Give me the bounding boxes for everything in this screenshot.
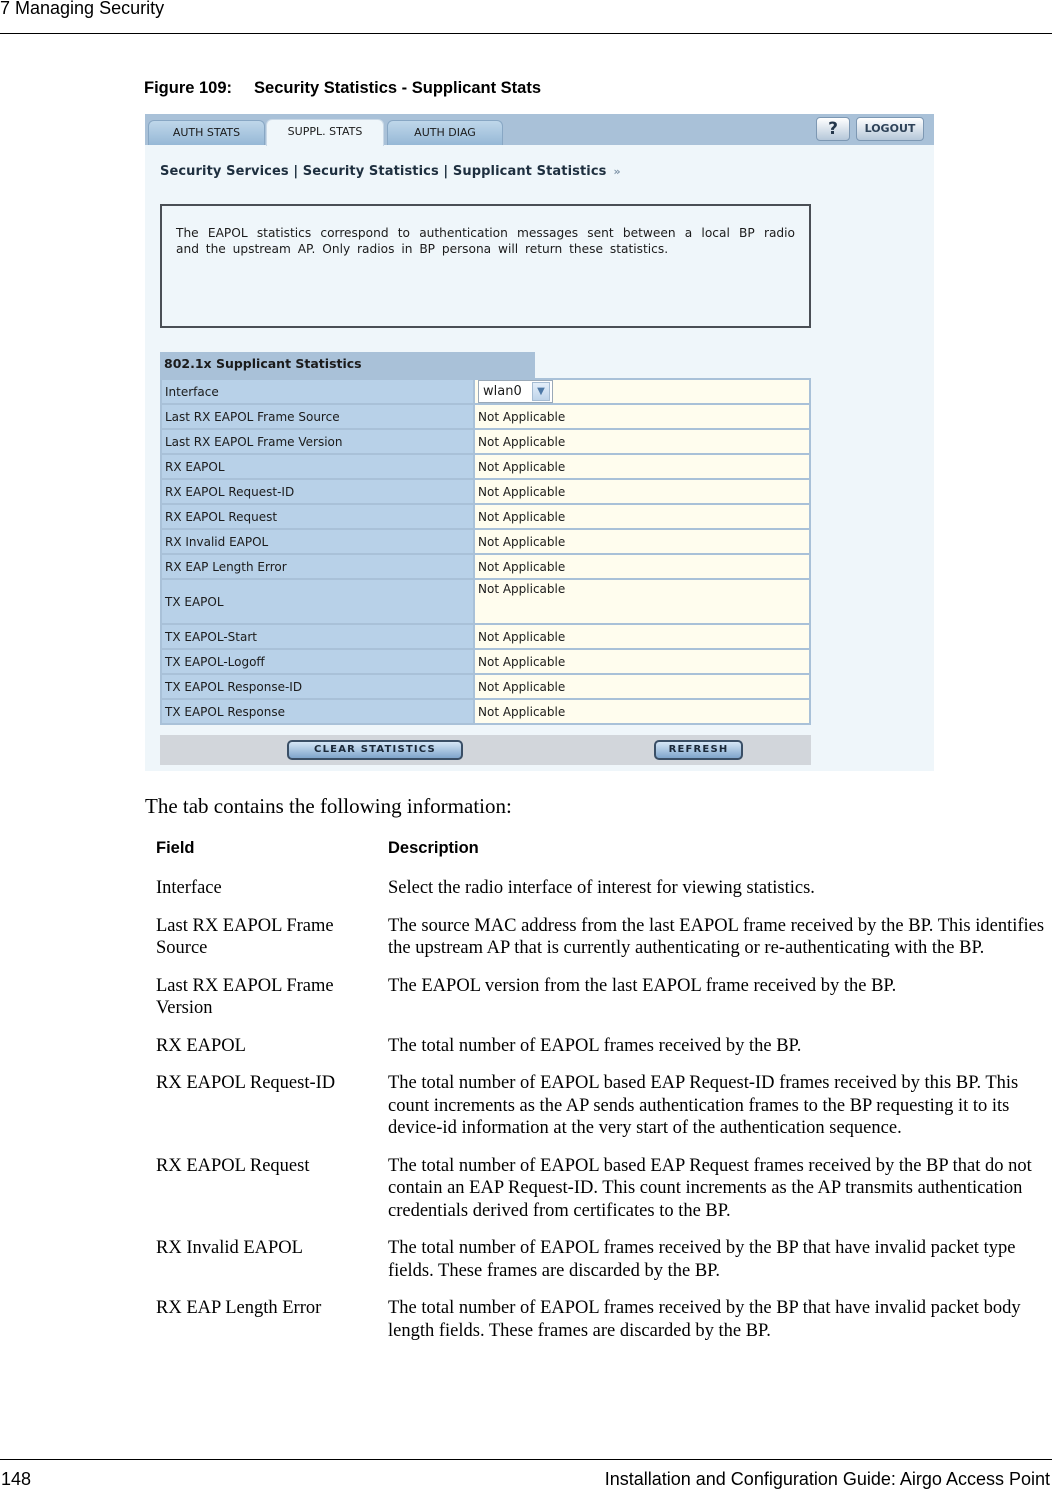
table-row: RX EAP Length Error The total number of E… <box>156 1297 1046 1342</box>
row-value: Not Applicable <box>473 578 811 625</box>
table-row: TX EAPOL-Start Not Applicable <box>160 623 811 650</box>
page-number: 148 <box>1 1469 32 1489</box>
table-row: RX Invalid EAPOL The total number of EAPO… <box>156 1237 1046 1282</box>
row-label: TX EAPOL-Logoff <box>160 648 475 675</box>
info-box: The EAPOL statistics correspond to authe… <box>160 204 811 328</box>
table-row: Last RX EAPOL Frame Source The source MAC… <box>156 915 1046 960</box>
table-row: RX EAPOL Request-ID The total number of E… <box>156 1072 1046 1140</box>
section-title: 802.1x Supplicant Statistics <box>160 352 535 378</box>
tab-auth-stats[interactable]: AUTH STATS <box>148 120 265 145</box>
row-value: Not Applicable <box>473 553 811 580</box>
field-description: Select the radio interface of interest f… <box>388 878 815 898</box>
row-label: RX EAPOL Request-ID <box>160 478 475 505</box>
field-name: RX EAPOL Request-ID <box>156 1073 336 1093</box>
refresh-button[interactable]: REFRESH <box>654 740 743 760</box>
field-name: Interface <box>156 878 222 898</box>
figure-label: Figure 109: <box>144 79 233 97</box>
table-header: Field Description <box>156 839 1046 877</box>
table-row: TX EAPOL Not Applicable <box>160 578 811 625</box>
table-row: Interface Select the radio interface of i… <box>156 877 1046 900</box>
row-label: Last RX EAPOL Frame Source <box>160 403 475 430</box>
row-label: TX EAPOL-Start <box>160 623 475 650</box>
field-description: The source MAC address from the last EAP… <box>388 915 1045 959</box>
field-description: The total number of EAPOL frames receive… <box>388 1238 1016 1281</box>
row-label: RX EAP Length Error <box>160 553 475 580</box>
interface-select[interactable]: wlan0 ▼ <box>478 380 553 403</box>
supplicant-stats-panel: 802.1x Supplicant Statistics Interface w… <box>160 352 811 725</box>
table-row: RX EAPOL Not Applicable <box>160 453 811 480</box>
figure-title: Security Statistics - Supplicant Stats <box>254 79 542 97</box>
row-label: TX EAPOL Response-ID <box>160 673 475 700</box>
field-name: Last RX EAPOL Frame Source <box>156 915 334 959</box>
table-row: Last RX EAPOL Frame Source Not Applicable <box>160 403 811 430</box>
field-name: Last RX EAPOL Frame Version <box>156 975 334 1019</box>
double-chevron-right-icon: » <box>613 165 621 178</box>
ui-screenshot: AUTH STATS SUPPL. STATS AUTH DIAG ? LOGO… <box>145 114 934 771</box>
field-description: The total number of EAPOL based EAP Requ… <box>388 1155 1032 1221</box>
header-rule <box>0 33 1052 34</box>
row-value: Not Applicable <box>473 673 811 700</box>
clear-statistics-button[interactable]: CLEAR STATISTICS <box>287 740 463 760</box>
table-row: TX EAPOL-Logoff Not Applicable <box>160 648 811 675</box>
row-value: Not Applicable <box>473 698 811 725</box>
table-row: TX EAPOL Response Not Applicable <box>160 698 811 725</box>
field-name: RX EAPOL <box>156 1035 246 1056</box>
field-description: The total number of EAPOL frames receive… <box>388 1035 802 1056</box>
help-button[interactable]: ? <box>816 117 850 141</box>
row-label: TX EAPOL Response <box>160 698 475 725</box>
field-description: The EAPOL version from the last EAPOL fr… <box>388 975 897 996</box>
row-value: Not Applicable <box>473 478 811 505</box>
table-row: RX EAPOL Request The total number of EAPO… <box>156 1155 1046 1223</box>
table-row: RX EAPOL Request-ID Not Applicable <box>160 478 811 505</box>
stats-table: Interface wlan0 ▼ Last RX EAPOL Frame So… <box>160 378 811 725</box>
table-row: RX EAPOL The total number of EAPOL frames… <box>156 1035 1046 1058</box>
help-icon: ? <box>828 119 838 139</box>
button-bar: CLEAR STATISTICS REFRESH <box>160 735 811 765</box>
tab-bar: AUTH STATS SUPPL. STATS AUTH DIAG ? LOGO… <box>145 114 934 146</box>
field-description: The total number of EAPOL based EAP Requ… <box>388 1073 1019 1138</box>
running-head: 7 Managing Security <box>0 0 165 18</box>
chevron-down-icon: ▼ <box>532 382 550 401</box>
field-description-table: Field Description Interface Select the ra… <box>156 839 1046 1357</box>
field-name: RX EAP Length Error <box>156 1298 322 1318</box>
tab-auth-diag[interactable]: AUTH DIAG <box>387 120 503 145</box>
row-label: RX EAPOL Request <box>160 503 475 530</box>
field-description: The total number of EAPOL frames receive… <box>388 1298 1021 1341</box>
figure-caption: Figure 109: Security Statistics - Supplic… <box>144 79 541 98</box>
table-row: Interface wlan0 ▼ <box>160 378 811 405</box>
row-label: TX EAPOL <box>160 578 475 625</box>
table-row: TX EAPOL Response-ID Not Applicable <box>160 673 811 700</box>
row-value: Not Applicable <box>473 503 811 530</box>
field-name: RX Invalid EAPOL <box>156 1238 303 1258</box>
table-row: RX EAP Length Error Not Applicable <box>160 553 811 580</box>
header-field: Field <box>156 839 195 857</box>
row-value: Not Applicable <box>473 403 811 430</box>
row-label: Interface <box>160 378 475 405</box>
breadcrumb: Security Services | Security Statistics … <box>160 164 621 179</box>
table-row: RX EAPOL Request Not Applicable <box>160 503 811 530</box>
row-value: Not Applicable <box>473 623 811 650</box>
table-row: RX Invalid EAPOL Not Applicable <box>160 528 811 555</box>
row-label: Last RX EAPOL Frame Version <box>160 428 475 455</box>
logout-button[interactable]: LOGOUT <box>856 117 924 141</box>
row-value: Not Applicable <box>473 648 811 675</box>
row-value: Not Applicable <box>473 528 811 555</box>
table-row: Last RX EAPOL Frame Version The EAPOL ver… <box>156 975 1046 1020</box>
row-label: RX EAPOL <box>160 453 475 480</box>
table-row: Last RX EAPOL Frame Version Not Applicabl… <box>160 428 811 455</box>
footer-rule <box>0 1459 1052 1460</box>
row-value: Not Applicable <box>473 428 811 455</box>
tab-suppl-stats[interactable]: SUPPL. STATS <box>266 119 384 146</box>
header-description: Description <box>388 839 479 857</box>
intro-text: The tab contains the following informati… <box>145 794 512 818</box>
breadcrumb-text: Security Services | Security Statistics … <box>160 164 607 179</box>
field-name: RX EAPOL Request <box>156 1155 310 1176</box>
row-label: RX Invalid EAPOL <box>160 528 475 555</box>
interface-select-value: wlan0 <box>483 384 522 399</box>
footer-title: Installation and Configuration Guide: Ai… <box>604 1469 1050 1489</box>
row-value: Not Applicable <box>473 453 811 480</box>
